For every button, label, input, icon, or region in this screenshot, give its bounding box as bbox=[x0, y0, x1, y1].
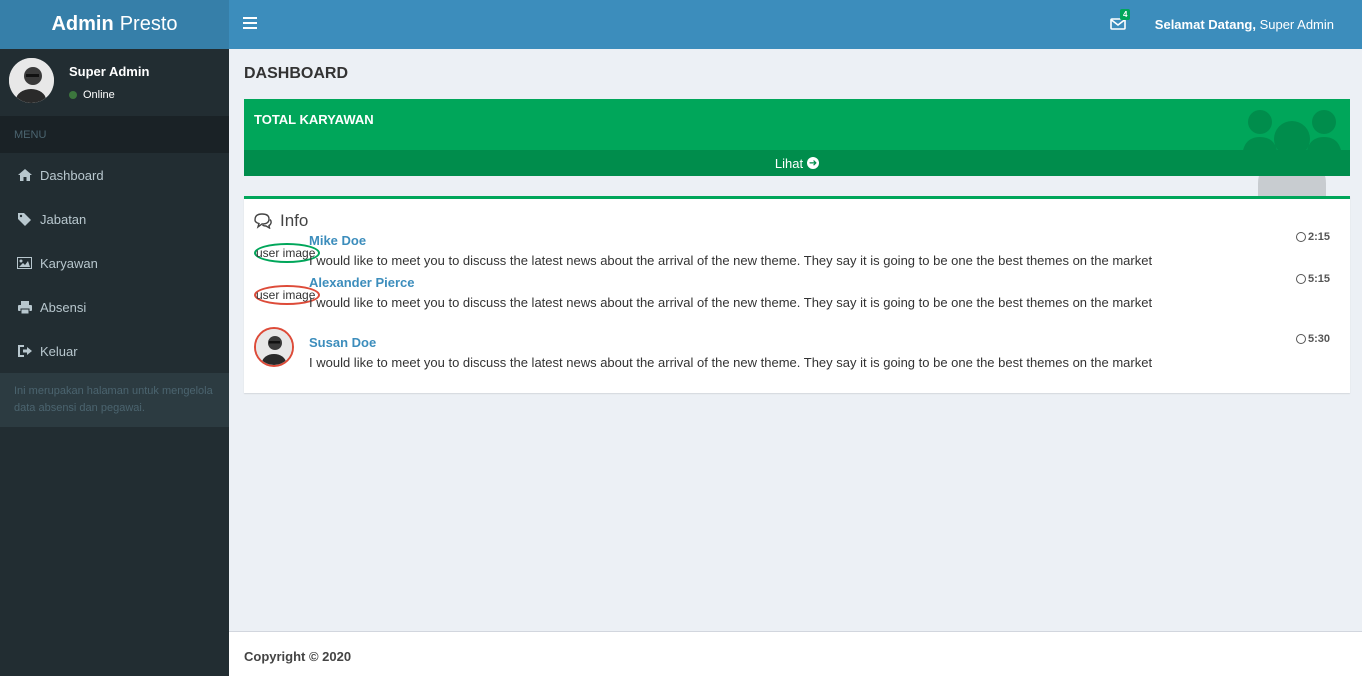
message-text: I would like to meet you to discuss the … bbox=[309, 295, 1153, 310]
lihat-label: Lihat bbox=[774, 155, 804, 171]
menu-header: MENU bbox=[0, 116, 229, 153]
home-icon bbox=[17, 168, 32, 182]
info-box: Info user image Mike Doe I would like to… bbox=[244, 196, 1350, 393]
message-time: 5:15 bbox=[1295, 273, 1330, 285]
status-badge: Online bbox=[69, 89, 115, 101]
sidebar-item-label: Keluar bbox=[40, 343, 78, 359]
page-title: DASHBOARD bbox=[244, 65, 348, 82]
avatar bbox=[254, 327, 294, 367]
sidebar-item-label: Absensi bbox=[40, 299, 87, 315]
sidebar-item-keluar[interactable]: Keluar bbox=[0, 329, 229, 373]
total-karyawan-title: TOTAL KARYAWAN bbox=[254, 112, 374, 127]
image-icon bbox=[17, 256, 32, 270]
avatar bbox=[9, 58, 54, 103]
brand-light: Presto bbox=[119, 13, 178, 35]
message-text: I would like to meet you to discuss the … bbox=[309, 355, 1153, 370]
message-sender[interactable]: Alexander Pierce bbox=[309, 275, 415, 290]
message-time: 5:30 bbox=[1295, 333, 1330, 345]
online-dot-icon bbox=[69, 91, 77, 99]
tag-icon bbox=[17, 212, 32, 226]
footer: Copyright © 2020 bbox=[229, 631, 1362, 676]
clock-icon bbox=[1295, 232, 1306, 242]
brand-logo[interactable]: Admin Presto bbox=[0, 0, 229, 49]
comments-icon bbox=[254, 213, 272, 229]
sidebar-item-dashboard[interactable]: Dashboard bbox=[0, 153, 229, 197]
sidebar-item-jabatan[interactable]: Jabatan bbox=[0, 197, 229, 241]
sidebar-item-label: Karyawan bbox=[40, 255, 98, 271]
info-header: Info bbox=[254, 211, 308, 231]
clock-icon bbox=[1295, 274, 1306, 284]
info-title: Info bbox=[280, 211, 309, 230]
print-icon bbox=[17, 300, 32, 314]
user-panel: Super Admin Online bbox=[0, 49, 229, 116]
copyright-text: Copyright © 2020 bbox=[244, 649, 352, 664]
top-navbar: 4 Selamat Datang, Super Admin bbox=[229, 0, 1362, 49]
sidebar-item-karyawan[interactable]: Karyawan bbox=[0, 241, 229, 285]
sign-out-icon bbox=[17, 344, 32, 358]
message-time: 2:15 bbox=[1295, 231, 1330, 243]
sidebar: Super Admin Online MENU Dashboard Jabata… bbox=[0, 49, 229, 676]
arrow-circle-right-icon: ➜ bbox=[807, 157, 820, 169]
clock-icon bbox=[1295, 334, 1306, 344]
sidebar-item-absensi[interactable]: Absensi bbox=[0, 285, 229, 329]
message-sender[interactable]: Mike Doe bbox=[309, 233, 366, 248]
welcome-name: Super Admin bbox=[1255, 17, 1334, 32]
user-name: Super Admin bbox=[69, 64, 150, 79]
message-text: I would like to meet you to discuss the … bbox=[309, 253, 1153, 268]
sidebar-toggle-icon[interactable] bbox=[243, 17, 257, 29]
total-karyawan-box: TOTAL KARYAWAN Lihat ➜ bbox=[244, 99, 1350, 197]
message-sender[interactable]: Susan Doe bbox=[309, 335, 376, 350]
sidebar-note: Ini merupakan halaman untuk mengelola da… bbox=[0, 373, 229, 427]
sidebar-item-label: Jabatan bbox=[40, 211, 87, 227]
sidebar-item-label: Dashboard bbox=[40, 167, 104, 183]
brand-bold: Admin bbox=[51, 13, 114, 35]
lihat-link[interactable]: Lihat ➜ bbox=[244, 150, 1350, 176]
welcome-label: Selamat Datang, bbox=[1154, 17, 1256, 32]
mail-count-badge: 4 bbox=[1120, 9, 1131, 20]
user-menu[interactable]: Selamat Datang, Super Admin bbox=[1155, 17, 1334, 32]
